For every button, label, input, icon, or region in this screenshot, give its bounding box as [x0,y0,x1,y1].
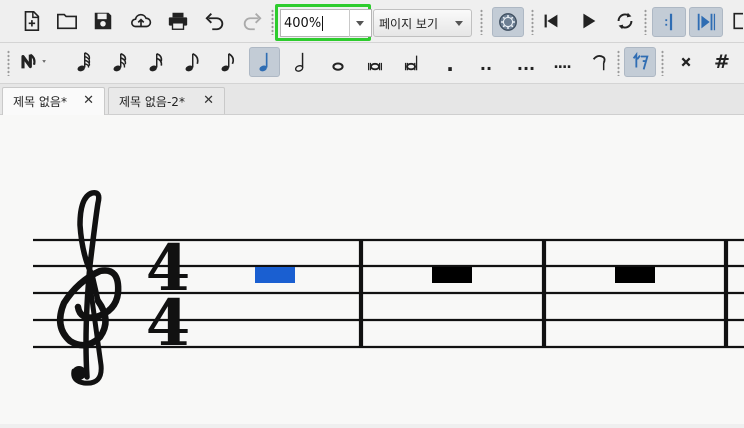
double-dot-icon[interactable]: .. [472,48,500,76]
close-icon[interactable]: ✕ [203,93,214,108]
8th-note-icon[interactable] [178,48,206,76]
zoom-dropdown-button[interactable] [349,9,369,37]
document-tabs: 제목 없음* ✕ 제목 없음-2* ✕ [0,84,744,115]
play-icon[interactable] [574,7,602,35]
cloud-upload-icon[interactable] [127,7,155,35]
score-canvas[interactable]: 4 4 [0,115,744,424]
breve-icon[interactable] [361,48,389,76]
toolbar-separator [661,50,664,76]
treble-clef[interactable] [56,189,122,386]
toolbar-separator [271,9,274,35]
double-sharp-icon[interactable] [672,48,700,76]
quarter-note-icon[interactable] [249,47,280,77]
tab-label: 제목 없음-2* [119,94,185,109]
tab-untitled[interactable]: 제목 없음* ✕ [2,87,105,115]
zoom-value: 400% [284,15,322,31]
rest-icon[interactable] [624,47,656,77]
note-input-icon[interactable] [14,48,54,76]
triple-dot-icon[interactable]: ... [509,48,543,76]
toolbar-separator [644,9,647,35]
main-toolbar: 400% 페이지 보기 [0,0,744,43]
chevron-down-icon [355,20,364,26]
dot-icon[interactable]: . [436,48,464,76]
toolbar-separator [7,50,10,76]
redo-icon[interactable] [238,7,266,35]
rewind-icon[interactable] [537,7,565,35]
note-input-toolbar: . .. ... .... # [0,43,744,84]
open-folder-icon[interactable] [53,7,81,35]
score-config-icon[interactable] [730,7,744,35]
save-icon[interactable] [89,7,117,35]
view-mode-select[interactable]: 페이지 보기 [373,9,472,37]
view-mode-label: 페이지 보기 [379,16,439,31]
longa-icon[interactable] [398,48,426,76]
64th-note-icon[interactable] [70,48,98,76]
time-signature-bottom[interactable]: 4 [146,286,191,361]
measure-rest-selected[interactable] [255,267,295,283]
close-icon[interactable]: ✕ [83,93,94,108]
staff-lines [33,238,744,349]
print-icon[interactable] [164,7,192,35]
new-file-icon[interactable] [17,7,45,35]
mixer-icon[interactable] [492,7,524,37]
toolbar-separator [531,9,534,35]
tie-icon[interactable] [586,48,614,76]
16th-note-icon[interactable] [142,48,170,76]
toolbar-separator [617,50,620,76]
quadruple-dot-icon[interactable]: .... [545,48,579,76]
loop-icon[interactable] [611,7,639,35]
tab-untitled-2[interactable]: 제목 없음-2* ✕ [108,87,225,114]
whole-note-icon[interactable] [324,48,352,76]
chevron-down-icon [455,21,463,26]
sharp-icon[interactable]: # [708,48,736,76]
score-staff: 4 4 [33,189,744,386]
playback-pan-icon[interactable] [652,7,686,37]
metronome-icon[interactable] [689,7,723,37]
tab-label: 제목 없음* [13,95,67,109]
32nd-note-icon[interactable] [106,48,134,76]
toolbar-separator [480,9,483,35]
half-note-icon[interactable] [287,48,315,76]
undo-icon[interactable] [201,7,229,35]
measure-rest[interactable] [432,267,472,283]
8th-note-flag-icon[interactable] [214,48,242,76]
measure-rest[interactable] [615,267,655,283]
